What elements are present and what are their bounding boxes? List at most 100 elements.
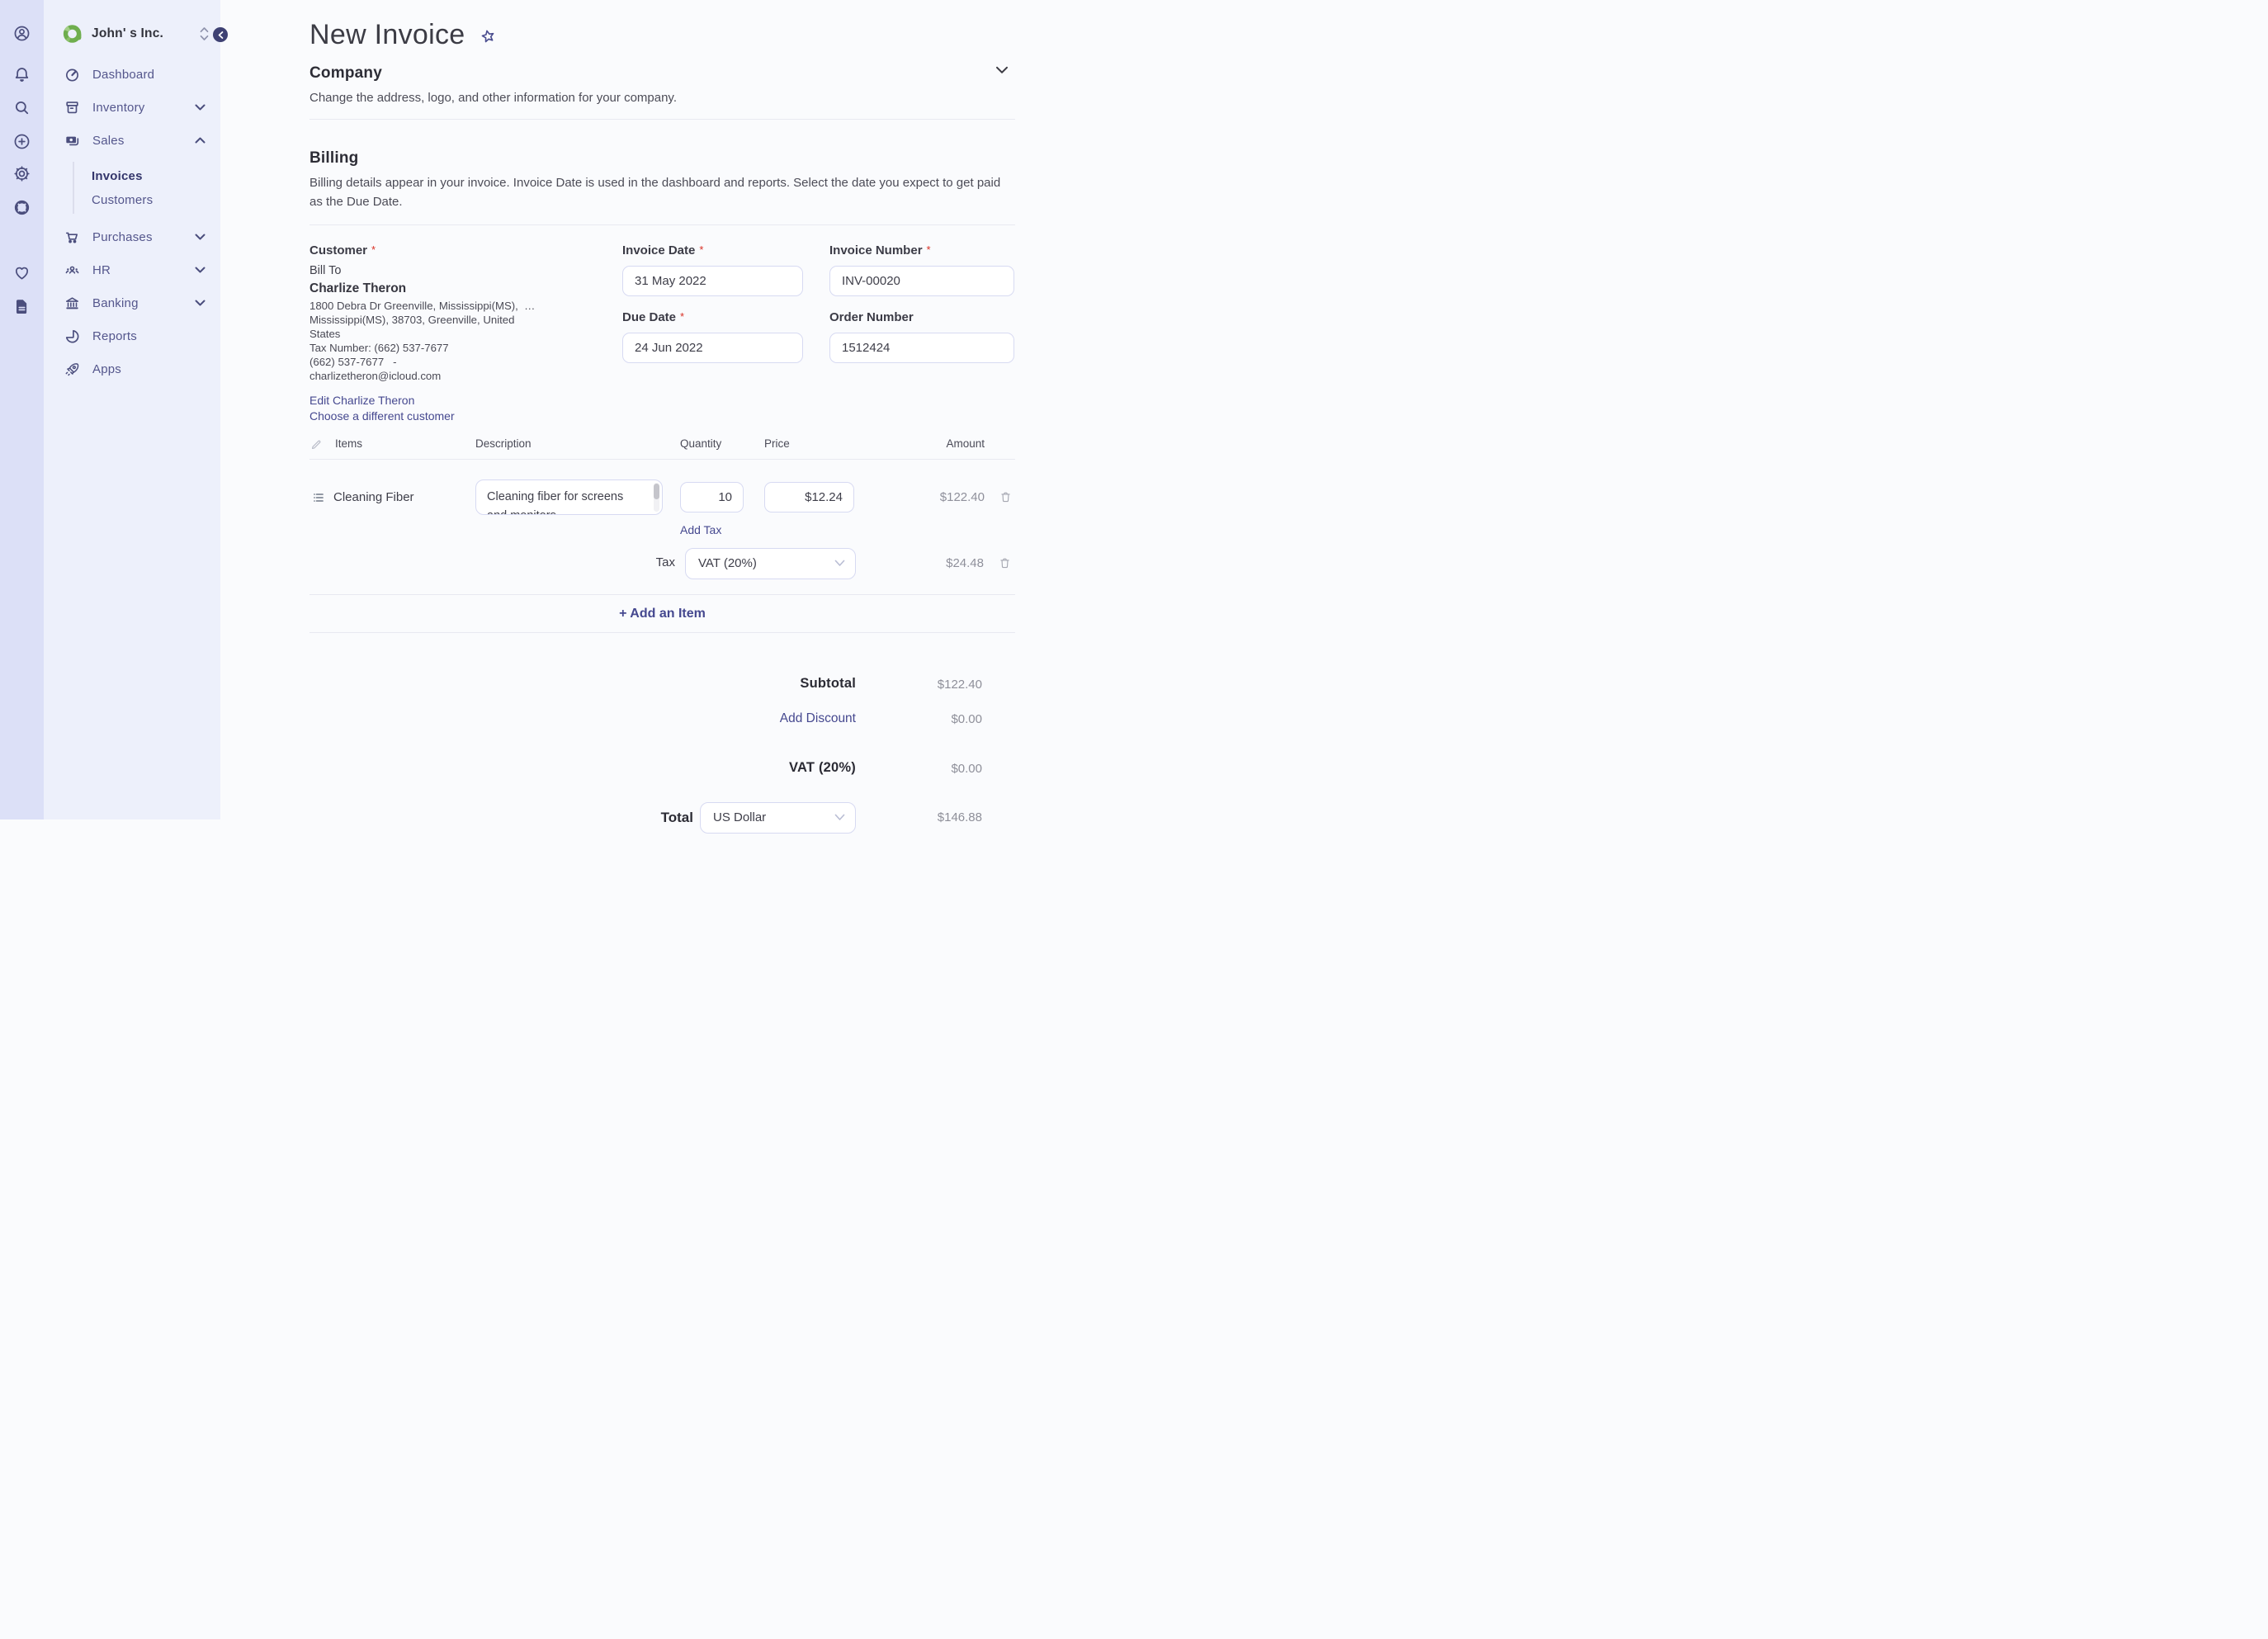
due-date-input[interactable] [622, 333, 803, 363]
order-number-label: Order Number [829, 310, 914, 324]
customer-address-rest: Mississippi(MS), 38703, Greenville, Unit… [309, 314, 515, 340]
sidebar-item-reports[interactable]: Reports [44, 319, 220, 352]
delete-item-trash-icon[interactable] [999, 490, 1013, 504]
chevron-down-icon [195, 104, 206, 111]
bill-to-label: Bill To [309, 264, 342, 277]
item-tax-row: Tax VAT (20%) $24.48 [309, 548, 1015, 579]
sidebar-item-dashboard[interactable]: Dashboard [44, 58, 220, 91]
customer-email: charlizetheron@icloud.com [309, 370, 442, 382]
company-selector[interactable]: John' s Inc. [62, 23, 209, 45]
currency-select[interactable]: US Dollar [700, 802, 856, 834]
document-icon[interactable] [12, 297, 31, 316]
tax-label: Tax [655, 555, 675, 569]
total-value: $146.88 [937, 810, 982, 824]
sidebar-item-label: Invoices [92, 169, 143, 183]
billing-section: Billing Billing details appear in your i… [309, 149, 1015, 225]
billing-section-description: Billing details appear in your invoice. … [309, 176, 1001, 209]
customer-name: Charlize Theron [309, 281, 407, 295]
inventory-box-icon [64, 99, 81, 116]
tax-amount: $24.48 [946, 556, 984, 570]
apps-rocket-icon [64, 361, 81, 378]
add-discount-link[interactable]: Add Discount [780, 711, 856, 726]
chevron-down-icon [195, 300, 206, 306]
sidebar-item-banking[interactable]: Banking [44, 286, 220, 319]
chevron-down-icon [195, 234, 206, 240]
description-column-header: Description [475, 437, 532, 450]
sidebar-item-invoices[interactable]: Invoices [44, 164, 220, 188]
sidebar-item-label: Sales [92, 133, 125, 148]
vat-row: VAT (20%) $0.00 [309, 760, 1015, 780]
notifications-bell-icon[interactable] [12, 65, 31, 84]
sidebar-item-label: Dashboard [92, 67, 155, 82]
order-number-input[interactable] [829, 333, 1014, 363]
item-quantity-input[interactable] [680, 482, 744, 512]
sidebar-item-hr[interactable]: HR [44, 253, 220, 286]
invoice-date-label: Invoice Date [622, 243, 696, 257]
sidebar-collapse-button[interactable] [213, 27, 228, 42]
required-asterisk: * [699, 243, 704, 256]
sidebar-item-sales[interactable]: Sales [44, 124, 220, 157]
settings-gear-icon[interactable] [12, 164, 31, 183]
discount-value: $0.00 [951, 712, 982, 726]
required-asterisk: * [926, 243, 931, 256]
dashboard-gauge-icon [64, 66, 81, 83]
add-an-item-link[interactable]: + Add an Item [619, 607, 706, 621]
required-asterisk: * [680, 310, 685, 323]
due-date-field: Due Date * [622, 310, 803, 363]
favorite-star-icon[interactable] [479, 27, 498, 46]
item-description-text: Cleaning fiber for screens and monitors [487, 490, 624, 514]
subtotal-value: $122.40 [937, 678, 982, 692]
discount-row: Add Discount $0.00 [309, 711, 1015, 730]
company-switcher-icon[interactable] [200, 26, 209, 41]
invoice-item-row: Cleaning Fiber Cleaning fiber for screen… [309, 479, 1015, 515]
items-table-header: Items Description Quantity Price Amount [309, 437, 1015, 452]
invoice-number-input[interactable] [829, 266, 1014, 296]
divider [309, 632, 1015, 633]
sidebar-item-purchases[interactable]: Purchases [44, 220, 220, 253]
add-tax-link[interactable]: Add Tax [680, 523, 721, 536]
search-icon[interactable] [12, 98, 31, 117]
sidebar-item-label: Customers [92, 193, 154, 207]
item-amount: $122.40 [939, 490, 985, 504]
order-number-field: Order Number [829, 310, 1014, 363]
scrollbar-thumb[interactable] [654, 484, 659, 499]
tax-select-value: VAT (20%) [698, 556, 757, 570]
delete-tax-trash-icon[interactable] [998, 556, 1012, 570]
customer-tax-number: Tax Number: (662) 537-7677 [309, 342, 449, 354]
subtotal-row: Subtotal $122.40 [309, 676, 1015, 696]
item-name[interactable]: Cleaning Fiber [333, 479, 414, 515]
price-column-header: Price [764, 437, 790, 450]
company-section-chevron-down-icon[interactable] [995, 66, 1009, 74]
vat-label: VAT (20%) [789, 760, 856, 775]
sidebar-item-apps[interactable]: Apps [44, 352, 220, 385]
total-row: Total US Dollar $146.88 [309, 801, 1015, 834]
edit-customer-link[interactable]: Edit Charlize Theron [309, 393, 622, 409]
sidebar-item-label: Apps [92, 361, 121, 376]
item-description-textarea[interactable]: Cleaning fiber for screens and monitors [475, 479, 663, 515]
amount-column-header: Amount [946, 437, 985, 450]
sidebar-item-label: Banking [92, 295, 139, 310]
drag-list-icon[interactable] [311, 490, 326, 505]
item-price-input[interactable] [764, 482, 854, 512]
customer-block: Customer * Bill To Charlize Theron 1800 D… [309, 243, 622, 424]
invoice-date-input[interactable] [622, 266, 803, 296]
choose-different-customer-link[interactable]: Choose a different customer [309, 409, 622, 424]
items-column-header: Items [335, 437, 363, 450]
chevron-down-icon [834, 560, 845, 567]
purchases-cart-icon [64, 229, 81, 246]
pencil-icon [310, 438, 324, 451]
currency-select-value: US Dollar [713, 810, 767, 824]
user-profile-icon[interactable] [12, 24, 31, 43]
customer-phone: (662) 537-7677 - [309, 356, 397, 368]
add-plus-circle-icon[interactable] [12, 132, 31, 151]
vat-value: $0.00 [951, 762, 982, 776]
sidebar-item-customers[interactable]: Customers [44, 188, 220, 212]
help-life-ring-icon[interactable] [12, 198, 31, 217]
company-logo-icon [62, 23, 83, 45]
total-label: Total [660, 810, 693, 825]
sidebar-item-inventory[interactable]: Inventory [44, 91, 220, 124]
favorites-heart-icon[interactable] [12, 263, 31, 282]
sidebar: John' s Inc. Dashboard Inventory Sales I… [44, 0, 220, 820]
tax-select[interactable]: VAT (20%) [685, 548, 856, 579]
company-name: John' s Inc. [92, 26, 164, 40]
